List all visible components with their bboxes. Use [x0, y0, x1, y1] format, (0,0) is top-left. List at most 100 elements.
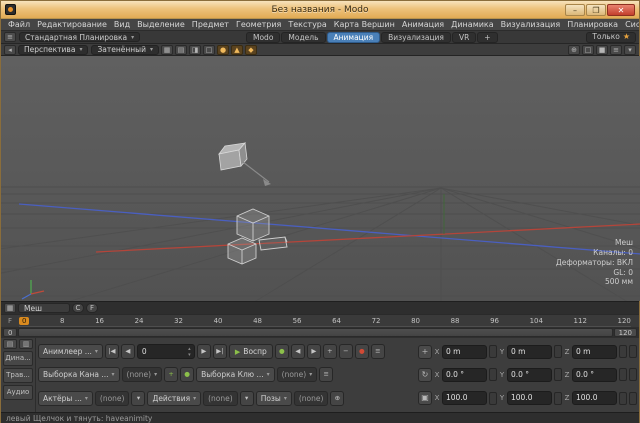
- layout-selector[interactable]: Стандартная Планировка ▾: [19, 32, 140, 42]
- select-channels-dropdown[interactable]: Выборка Кана ... ▾: [38, 367, 120, 382]
- tab-render[interactable]: Визуализация: [381, 32, 451, 43]
- key-toggle-icon[interactable]: [619, 368, 627, 381]
- range-scrollbar[interactable]: [18, 328, 612, 337]
- viewport-menu-icon[interactable]: ▾: [624, 45, 636, 55]
- key-toggle-icon[interactable]: [619, 392, 627, 405]
- go-start-button[interactable]: |◀: [105, 344, 119, 359]
- delete-key-icon[interactable]: −: [339, 344, 353, 359]
- tab-animate[interactable]: Анимация: [327, 32, 381, 43]
- side-tab-dynamics[interactable]: Дина...: [3, 351, 33, 366]
- menu-geometry[interactable]: Геометрия: [233, 20, 284, 29]
- menu-layout[interactable]: Планировка: [564, 20, 621, 29]
- anim-layer-dropdown[interactable]: Анимлеер ... ▾: [38, 344, 103, 359]
- rotation-x-field[interactable]: 0.0 °: [442, 368, 487, 382]
- tab-modo[interactable]: Modo: [246, 32, 280, 43]
- falloff-icon[interactable]: ▲: [231, 45, 243, 55]
- select-keys-dropdown[interactable]: Выборка Клю ... ▾: [196, 367, 275, 382]
- pose-add-icon[interactable]: ⊕: [330, 391, 344, 406]
- timeline-ruler[interactable]: F 0 8 16 24 32 40 48 56 64 72 80 88 96 1…: [1, 314, 639, 327]
- menu-animate[interactable]: Анимация: [399, 20, 447, 29]
- scale-icon[interactable]: ▣: [418, 391, 432, 405]
- action-center-icon[interactable]: ●: [217, 45, 229, 55]
- poses-dropdown[interactable]: Позы ▾: [256, 391, 292, 406]
- minimize-button[interactable]: –: [565, 4, 585, 16]
- menu-item[interactable]: Предмет: [189, 20, 232, 29]
- grid-view-icon[interactable]: ▦: [161, 45, 173, 55]
- menu-render[interactable]: Визуализация: [498, 20, 564, 29]
- viewport-frame-icon[interactable]: □: [582, 45, 594, 55]
- key-toggle-icon[interactable]: [489, 345, 497, 358]
- current-frame-field[interactable]: 0 ▴ ▾: [137, 344, 195, 359]
- tab-model[interactable]: Модель: [281, 32, 325, 43]
- menu-texture[interactable]: Текстура: [285, 20, 329, 29]
- panel-layout-icon[interactable]: ▤: [3, 339, 17, 349]
- only-starred-button[interactable]: Только ★: [586, 32, 636, 43]
- menu-vertexmap[interactable]: Карта Вершин: [331, 20, 398, 29]
- tab-vr[interactable]: VR: [452, 32, 476, 43]
- position-z-field[interactable]: 0 m: [572, 345, 617, 359]
- menu-edit[interactable]: Редактирование: [34, 20, 110, 29]
- panel-list-icon[interactable]: ▥: [19, 339, 33, 349]
- close-button[interactable]: ✕: [607, 4, 635, 16]
- menu-system[interactable]: Система: [622, 20, 639, 29]
- viewport-target-icon[interactable]: ⊕: [568, 45, 580, 55]
- position-x-field[interactable]: 0 m: [442, 345, 487, 359]
- actors-value[interactable]: (none): [95, 391, 130, 406]
- spin-down-icon[interactable]: ▾: [188, 352, 191, 358]
- key-toggle-icon[interactable]: [489, 392, 497, 405]
- spinner-icons[interactable]: ▴ ▾: [185, 346, 194, 358]
- tab-add[interactable]: +: [477, 32, 497, 43]
- current-frame-marker[interactable]: 0: [19, 317, 29, 325]
- view-mode-dropdown[interactable]: Перспектива ▾: [18, 45, 88, 55]
- snapping-icon[interactable]: ◆: [245, 45, 257, 55]
- key-toggle-icon[interactable]: [554, 345, 562, 358]
- step-forward-button[interactable]: ▶: [197, 344, 211, 359]
- scale-y-field[interactable]: 100.0: [507, 391, 552, 405]
- play-button[interactable]: ▶ Воспр: [229, 344, 273, 359]
- timeline-f-button[interactable]: F: [86, 303, 98, 313]
- shading-mode-dropdown[interactable]: Затенённый ▾: [91, 45, 159, 55]
- channel-filter-icon[interactable]: ≡: [319, 367, 333, 382]
- actor-menu-icon[interactable]: ▾: [131, 391, 145, 406]
- next-key-icon[interactable]: ▶: [307, 344, 321, 359]
- menu-view[interactable]: Вид: [111, 20, 133, 29]
- single-view-icon[interactable]: □: [203, 45, 215, 55]
- reset-icon[interactable]: [629, 392, 637, 405]
- range-end-field[interactable]: 120: [614, 328, 637, 337]
- timeline-c-button[interactable]: C: [72, 303, 84, 313]
- quad-view-icon[interactable]: ◨: [189, 45, 201, 55]
- key-toggle-icon[interactable]: [489, 368, 497, 381]
- viewport-overlay-icon[interactable]: ■: [596, 45, 608, 55]
- actors-dropdown[interactable]: Актёры ... ▾: [38, 391, 93, 406]
- menu-dynamics[interactable]: Динамика: [448, 20, 497, 29]
- side-tab-audio[interactable]: Аудио: [3, 385, 33, 400]
- layout-switch-icon[interactable]: ≡: [4, 32, 16, 42]
- track-name[interactable]: Меш: [18, 303, 70, 313]
- range-start-field[interactable]: 0: [3, 328, 17, 337]
- maximize-button[interactable]: ❐: [586, 4, 606, 16]
- key-toggle-icon[interactable]: [554, 368, 562, 381]
- reset-icon[interactable]: [629, 368, 637, 381]
- reset-icon[interactable]: [629, 345, 637, 358]
- split-view-icon[interactable]: ▤: [175, 45, 187, 55]
- go-end-button[interactable]: ▶|: [213, 344, 227, 359]
- track-icon[interactable]: ▦: [4, 303, 16, 313]
- add-key-icon[interactable]: +: [323, 344, 337, 359]
- anim-options-icon[interactable]: ≡: [371, 344, 385, 359]
- select-keys-value[interactable]: (none) ▾: [277, 367, 318, 382]
- record-icon[interactable]: ●: [355, 344, 369, 359]
- rotation-y-field[interactable]: 0.0 °: [507, 368, 552, 382]
- position-y-field[interactable]: 0 m: [507, 345, 552, 359]
- actions-value[interactable]: (none): [203, 391, 238, 406]
- action-menu-icon[interactable]: ▾: [240, 391, 254, 406]
- key-channel-icon[interactable]: ●: [180, 367, 194, 382]
- 3d-viewport[interactable]: Меш Каналы: 0 Деформаторы: ВКЛ GL: 0 500…: [1, 56, 640, 301]
- poses-value[interactable]: (none): [294, 391, 329, 406]
- scale-x-field[interactable]: 100.0: [442, 391, 487, 405]
- key-toggle-icon[interactable]: [619, 345, 627, 358]
- add-channel-icon[interactable]: +: [164, 367, 178, 382]
- menu-select[interactable]: Выделение: [134, 20, 188, 29]
- scale-z-field[interactable]: 100.0: [572, 391, 617, 405]
- auto-key-icon[interactable]: ●: [275, 344, 289, 359]
- collapse-icon[interactable]: ◂: [4, 45, 16, 55]
